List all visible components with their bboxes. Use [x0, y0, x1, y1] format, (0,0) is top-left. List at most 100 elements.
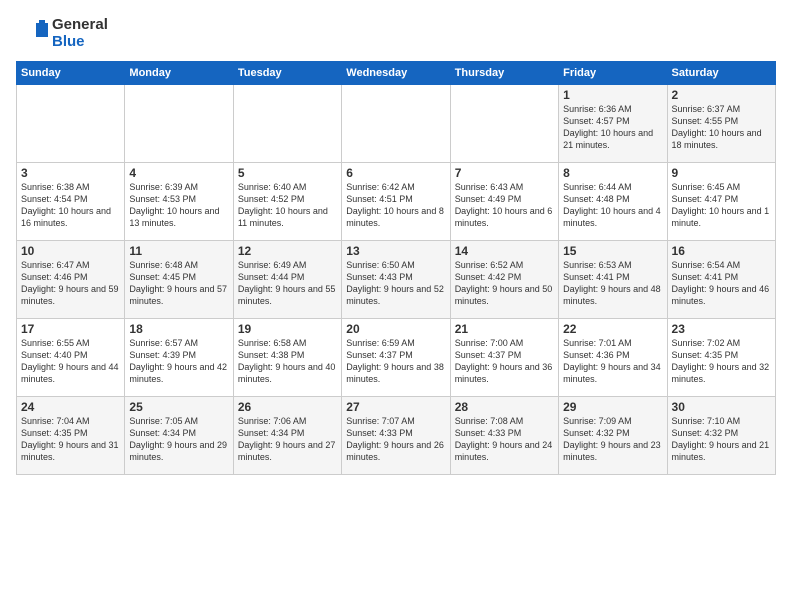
day-number: 15 — [563, 244, 662, 258]
calendar-cell: 28Sunrise: 7:08 AM Sunset: 4:33 PM Dayli… — [450, 396, 558, 474]
calendar-cell: 6Sunrise: 6:42 AM Sunset: 4:51 PM Daylig… — [342, 162, 450, 240]
day-number: 27 — [346, 400, 445, 414]
calendar-table: SundayMondayTuesdayWednesdayThursdayFrid… — [16, 61, 776, 475]
day-number: 18 — [129, 322, 228, 336]
day-number: 8 — [563, 166, 662, 180]
calendar-week-4: 17Sunrise: 6:55 AM Sunset: 4:40 PM Dayli… — [17, 318, 776, 396]
day-info: Sunrise: 6:47 AM Sunset: 4:46 PM Dayligh… — [21, 259, 120, 308]
calendar-cell — [450, 84, 558, 162]
calendar-header: SundayMondayTuesdayWednesdayThursdayFrid… — [17, 61, 776, 84]
day-info: Sunrise: 7:07 AM Sunset: 4:33 PM Dayligh… — [346, 415, 445, 464]
calendar-week-5: 24Sunrise: 7:04 AM Sunset: 4:35 PM Dayli… — [17, 396, 776, 474]
day-info: Sunrise: 7:09 AM Sunset: 4:32 PM Dayligh… — [563, 415, 662, 464]
calendar-cell: 7Sunrise: 6:43 AM Sunset: 4:49 PM Daylig… — [450, 162, 558, 240]
calendar-cell: 16Sunrise: 6:54 AM Sunset: 4:41 PM Dayli… — [667, 240, 775, 318]
weekday-header-thursday: Thursday — [450, 61, 558, 84]
day-info: Sunrise: 6:53 AM Sunset: 4:41 PM Dayligh… — [563, 259, 662, 308]
day-info: Sunrise: 6:39 AM Sunset: 4:53 PM Dayligh… — [129, 181, 228, 230]
main-container: GeneralBlue SundayMondayTuesdayWednesday… — [0, 0, 792, 483]
calendar-cell: 10Sunrise: 6:47 AM Sunset: 4:46 PM Dayli… — [17, 240, 125, 318]
day-number: 9 — [672, 166, 771, 180]
weekday-header-friday: Friday — [559, 61, 667, 84]
calendar-cell: 29Sunrise: 7:09 AM Sunset: 4:32 PM Dayli… — [559, 396, 667, 474]
day-info: Sunrise: 7:08 AM Sunset: 4:33 PM Dayligh… — [455, 415, 554, 464]
calendar-cell: 25Sunrise: 7:05 AM Sunset: 4:34 PM Dayli… — [125, 396, 233, 474]
calendar-cell: 3Sunrise: 6:38 AM Sunset: 4:54 PM Daylig… — [17, 162, 125, 240]
day-info: Sunrise: 6:59 AM Sunset: 4:37 PM Dayligh… — [346, 337, 445, 386]
day-number: 2 — [672, 88, 771, 102]
day-info: Sunrise: 6:42 AM Sunset: 4:51 PM Dayligh… — [346, 181, 445, 230]
day-info: Sunrise: 6:40 AM Sunset: 4:52 PM Dayligh… — [238, 181, 337, 230]
day-info: Sunrise: 6:57 AM Sunset: 4:39 PM Dayligh… — [129, 337, 228, 386]
day-info: Sunrise: 6:44 AM Sunset: 4:48 PM Dayligh… — [563, 181, 662, 230]
weekday-header-sunday: Sunday — [17, 61, 125, 84]
day-number: 29 — [563, 400, 662, 414]
day-number: 7 — [455, 166, 554, 180]
day-info: Sunrise: 6:58 AM Sunset: 4:38 PM Dayligh… — [238, 337, 337, 386]
day-number: 20 — [346, 322, 445, 336]
day-info: Sunrise: 7:02 AM Sunset: 4:35 PM Dayligh… — [672, 337, 771, 386]
calendar-body: 1Sunrise: 6:36 AM Sunset: 4:57 PM Daylig… — [17, 84, 776, 474]
calendar-cell: 15Sunrise: 6:53 AM Sunset: 4:41 PM Dayli… — [559, 240, 667, 318]
day-number: 13 — [346, 244, 445, 258]
day-number: 28 — [455, 400, 554, 414]
calendar-cell: 14Sunrise: 6:52 AM Sunset: 4:42 PM Dayli… — [450, 240, 558, 318]
day-info: Sunrise: 6:48 AM Sunset: 4:45 PM Dayligh… — [129, 259, 228, 308]
day-info: Sunrise: 6:43 AM Sunset: 4:49 PM Dayligh… — [455, 181, 554, 230]
weekday-header-saturday: Saturday — [667, 61, 775, 84]
day-number: 23 — [672, 322, 771, 336]
day-info: Sunrise: 7:06 AM Sunset: 4:34 PM Dayligh… — [238, 415, 337, 464]
calendar-cell: 13Sunrise: 6:50 AM Sunset: 4:43 PM Dayli… — [342, 240, 450, 318]
calendar-cell: 26Sunrise: 7:06 AM Sunset: 4:34 PM Dayli… — [233, 396, 341, 474]
weekday-header-row: SundayMondayTuesdayWednesdayThursdayFrid… — [17, 61, 776, 84]
day-info: Sunrise: 6:37 AM Sunset: 4:55 PM Dayligh… — [672, 103, 771, 152]
calendar-cell: 18Sunrise: 6:57 AM Sunset: 4:39 PM Dayli… — [125, 318, 233, 396]
day-info: Sunrise: 6:55 AM Sunset: 4:40 PM Dayligh… — [21, 337, 120, 386]
day-number: 3 — [21, 166, 120, 180]
calendar-cell: 9Sunrise: 6:45 AM Sunset: 4:47 PM Daylig… — [667, 162, 775, 240]
day-number: 17 — [21, 322, 120, 336]
weekday-header-tuesday: Tuesday — [233, 61, 341, 84]
weekday-header-monday: Monday — [125, 61, 233, 84]
calendar-week-2: 3Sunrise: 6:38 AM Sunset: 4:54 PM Daylig… — [17, 162, 776, 240]
day-info: Sunrise: 6:49 AM Sunset: 4:44 PM Dayligh… — [238, 259, 337, 308]
calendar-cell: 17Sunrise: 6:55 AM Sunset: 4:40 PM Dayli… — [17, 318, 125, 396]
calendar-cell: 11Sunrise: 6:48 AM Sunset: 4:45 PM Dayli… — [125, 240, 233, 318]
day-number: 22 — [563, 322, 662, 336]
calendar-cell — [17, 84, 125, 162]
day-number: 10 — [21, 244, 120, 258]
calendar-cell: 2Sunrise: 6:37 AM Sunset: 4:55 PM Daylig… — [667, 84, 775, 162]
day-info: Sunrise: 7:10 AM Sunset: 4:32 PM Dayligh… — [672, 415, 771, 464]
day-number: 19 — [238, 322, 337, 336]
header: GeneralBlue — [16, 16, 776, 51]
logo-svg — [16, 17, 48, 49]
day-number: 30 — [672, 400, 771, 414]
day-number: 25 — [129, 400, 228, 414]
day-number: 16 — [672, 244, 771, 258]
day-number: 6 — [346, 166, 445, 180]
day-number: 26 — [238, 400, 337, 414]
day-number: 5 — [238, 166, 337, 180]
day-info: Sunrise: 7:00 AM Sunset: 4:37 PM Dayligh… — [455, 337, 554, 386]
day-number: 4 — [129, 166, 228, 180]
logo: GeneralBlue — [16, 16, 108, 51]
calendar-cell: 19Sunrise: 6:58 AM Sunset: 4:38 PM Dayli… — [233, 318, 341, 396]
calendar-cell: 27Sunrise: 7:07 AM Sunset: 4:33 PM Dayli… — [342, 396, 450, 474]
calendar-week-3: 10Sunrise: 6:47 AM Sunset: 4:46 PM Dayli… — [17, 240, 776, 318]
calendar-cell — [342, 84, 450, 162]
calendar-cell: 20Sunrise: 6:59 AM Sunset: 4:37 PM Dayli… — [342, 318, 450, 396]
day-number: 14 — [455, 244, 554, 258]
calendar-cell: 24Sunrise: 7:04 AM Sunset: 4:35 PM Dayli… — [17, 396, 125, 474]
day-info: Sunrise: 7:04 AM Sunset: 4:35 PM Dayligh… — [21, 415, 120, 464]
day-info: Sunrise: 6:38 AM Sunset: 4:54 PM Dayligh… — [21, 181, 120, 230]
calendar-cell: 5Sunrise: 6:40 AM Sunset: 4:52 PM Daylig… — [233, 162, 341, 240]
day-info: Sunrise: 7:01 AM Sunset: 4:36 PM Dayligh… — [563, 337, 662, 386]
calendar-cell: 8Sunrise: 6:44 AM Sunset: 4:48 PM Daylig… — [559, 162, 667, 240]
day-number: 1 — [563, 88, 662, 102]
day-number: 24 — [21, 400, 120, 414]
calendar-cell: 12Sunrise: 6:49 AM Sunset: 4:44 PM Dayli… — [233, 240, 341, 318]
logo-blue-text: Blue — [52, 33, 108, 50]
day-number: 11 — [129, 244, 228, 258]
calendar-cell — [125, 84, 233, 162]
weekday-header-wednesday: Wednesday — [342, 61, 450, 84]
